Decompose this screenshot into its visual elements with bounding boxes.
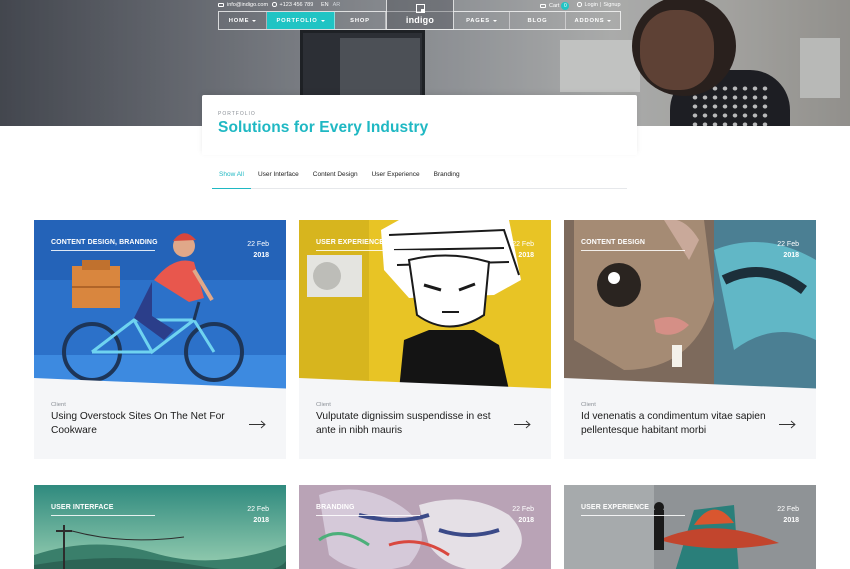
nav-pages[interactable]: Pages [454, 12, 510, 29]
email-link[interactable]: info@indigo.com [218, 2, 268, 8]
card-category: Branding [316, 504, 355, 511]
card-category: User Experience [316, 239, 385, 246]
card-date-year: 2018 [783, 517, 799, 524]
card-category-underline [581, 515, 685, 516]
arrow-right-icon[interactable] [514, 420, 531, 429]
card-category: Content Design [581, 239, 646, 246]
account-links: Login | Signup [577, 2, 621, 8]
card-date-year: 2018 [518, 252, 534, 259]
card-date: 22 Feb 2018 [512, 504, 534, 526]
nav-pages-label: Pages [466, 17, 490, 24]
card-category: User Interface [51, 504, 114, 511]
user-icon [577, 2, 582, 7]
email-text: info@indigo.com [227, 2, 269, 8]
nav-home-label: Home [228, 17, 250, 24]
tab-branding[interactable]: Branding [427, 166, 467, 189]
logo-text: indigo [405, 15, 435, 25]
card-image-abstract-paint [299, 485, 551, 569]
cart-label: Cart [549, 3, 560, 9]
chevron-down-icon [607, 19, 612, 22]
arrow-right-icon[interactable] [249, 420, 266, 429]
card-date-day: 22 Feb [247, 241, 269, 248]
portfolio-card[interactable]: User Experience 22 Feb 2018 Client Vulput… [299, 220, 551, 459]
lang-ar[interactable]: AR [333, 2, 341, 8]
card-date-year: 2018 [253, 517, 269, 524]
phone-link[interactable]: +123 456 789 [272, 2, 313, 8]
card-category-underline [316, 250, 420, 251]
nav-addons[interactable]: Addons [566, 12, 620, 29]
card-category: Content Design, Branding [51, 239, 158, 246]
abstract-paint-illustration [299, 485, 551, 569]
card-category-underline [51, 250, 155, 251]
portfolio-card[interactable]: Branding 22 Feb 2018 [299, 485, 551, 569]
tab-user-interface[interactable]: User Interface [251, 166, 306, 189]
logo-icon [415, 4, 425, 13]
card-title[interactable]: Using Overstock Sites On The Net For Coo… [51, 410, 246, 438]
portfolio-filter-tabs: Show All User Interface Content Design U… [212, 166, 627, 189]
card-date-day: 22 Feb [512, 506, 534, 513]
card-date-day: 22 Feb [777, 506, 799, 513]
login-link[interactable]: Login [585, 2, 598, 8]
card-image-hat-mural [564, 485, 816, 569]
card-date: 22 Feb 2018 [247, 239, 269, 261]
nav-shop[interactable]: Shop [335, 12, 386, 29]
chevron-down-icon [252, 19, 257, 22]
card-date: 22 Feb 2018 [777, 239, 799, 261]
signup-link[interactable]: Signup [603, 2, 620, 8]
card-title[interactable]: Id venenatis a condimentum vitae sapien … [581, 410, 776, 438]
site-logo[interactable]: indigo [386, 0, 454, 30]
nav-portfolio[interactable]: Portfolio [267, 12, 335, 29]
nav-blog[interactable]: Blog [510, 12, 566, 29]
language-switcher: EN AR [321, 2, 340, 8]
card-date: 22 Feb 2018 [777, 504, 799, 526]
nav-shop-label: Shop [350, 17, 370, 24]
card-image-landscape [34, 485, 286, 569]
card-category-underline [316, 515, 420, 516]
nav-portfolio-label: Portfolio [276, 17, 318, 24]
nav-addons-label: Addons [574, 17, 605, 24]
card-client-label: Client [51, 402, 66, 408]
mail-icon [218, 2, 224, 7]
card-client-label: Client [581, 402, 596, 408]
card-category: User Experience [581, 504, 650, 511]
card-title[interactable]: Vulputate dignissim suspendisse in est a… [316, 410, 511, 438]
phone-text: +123 456 789 [279, 2, 314, 8]
card-category-underline [581, 250, 685, 251]
portfolio-card[interactable]: User Experience 22 Feb 2018 [564, 485, 816, 569]
card-date-day: 22 Feb [247, 506, 269, 513]
cart-icon [540, 3, 546, 8]
cart-count-badge: 0 [561, 2, 570, 10]
card-client-label: Client [316, 402, 331, 408]
card-date-day: 22 Feb [512, 241, 534, 248]
tab-content-design[interactable]: Content Design [306, 166, 365, 189]
card-date-year: 2018 [518, 517, 534, 524]
card-date-year: 2018 [783, 252, 799, 259]
portfolio-card[interactable]: Content Design, Branding 22 Feb 2018 Clie… [34, 220, 286, 459]
card-date-year: 2018 [253, 252, 269, 259]
nav-blog-label: Blog [527, 17, 548, 24]
hat-mural-illustration [564, 485, 816, 569]
tab-user-experience[interactable]: User Experience [365, 166, 427, 189]
card-date: 22 Feb 2018 [512, 239, 534, 261]
chevron-down-icon [320, 19, 325, 22]
portfolio-card[interactable]: User Interface 22 Feb 2018 [34, 485, 286, 569]
account-separator: | [599, 2, 602, 8]
cart-link[interactable]: Cart 0 [540, 2, 570, 10]
tab-show-all[interactable]: Show All [212, 166, 251, 189]
phone-icon [272, 2, 277, 7]
page-eyebrow: Portfolio [218, 111, 256, 117]
nav-home[interactable]: Home [219, 12, 267, 29]
card-date: 22 Feb 2018 [247, 504, 269, 526]
card-date-day: 22 Feb [777, 241, 799, 248]
portfolio-card[interactable]: Content Design 22 Feb 2018 Client Id vene… [564, 220, 816, 459]
page-title: Solutions for Every Industry [218, 119, 429, 136]
card-category-underline [51, 515, 155, 516]
chevron-down-icon [492, 19, 497, 22]
landscape-illustration [34, 485, 286, 569]
lang-en[interactable]: EN [321, 2, 329, 8]
arrow-right-icon[interactable] [779, 420, 796, 429]
main-navigation: Home Portfolio Shop indigo Pages Blog Ad… [218, 0, 621, 30]
